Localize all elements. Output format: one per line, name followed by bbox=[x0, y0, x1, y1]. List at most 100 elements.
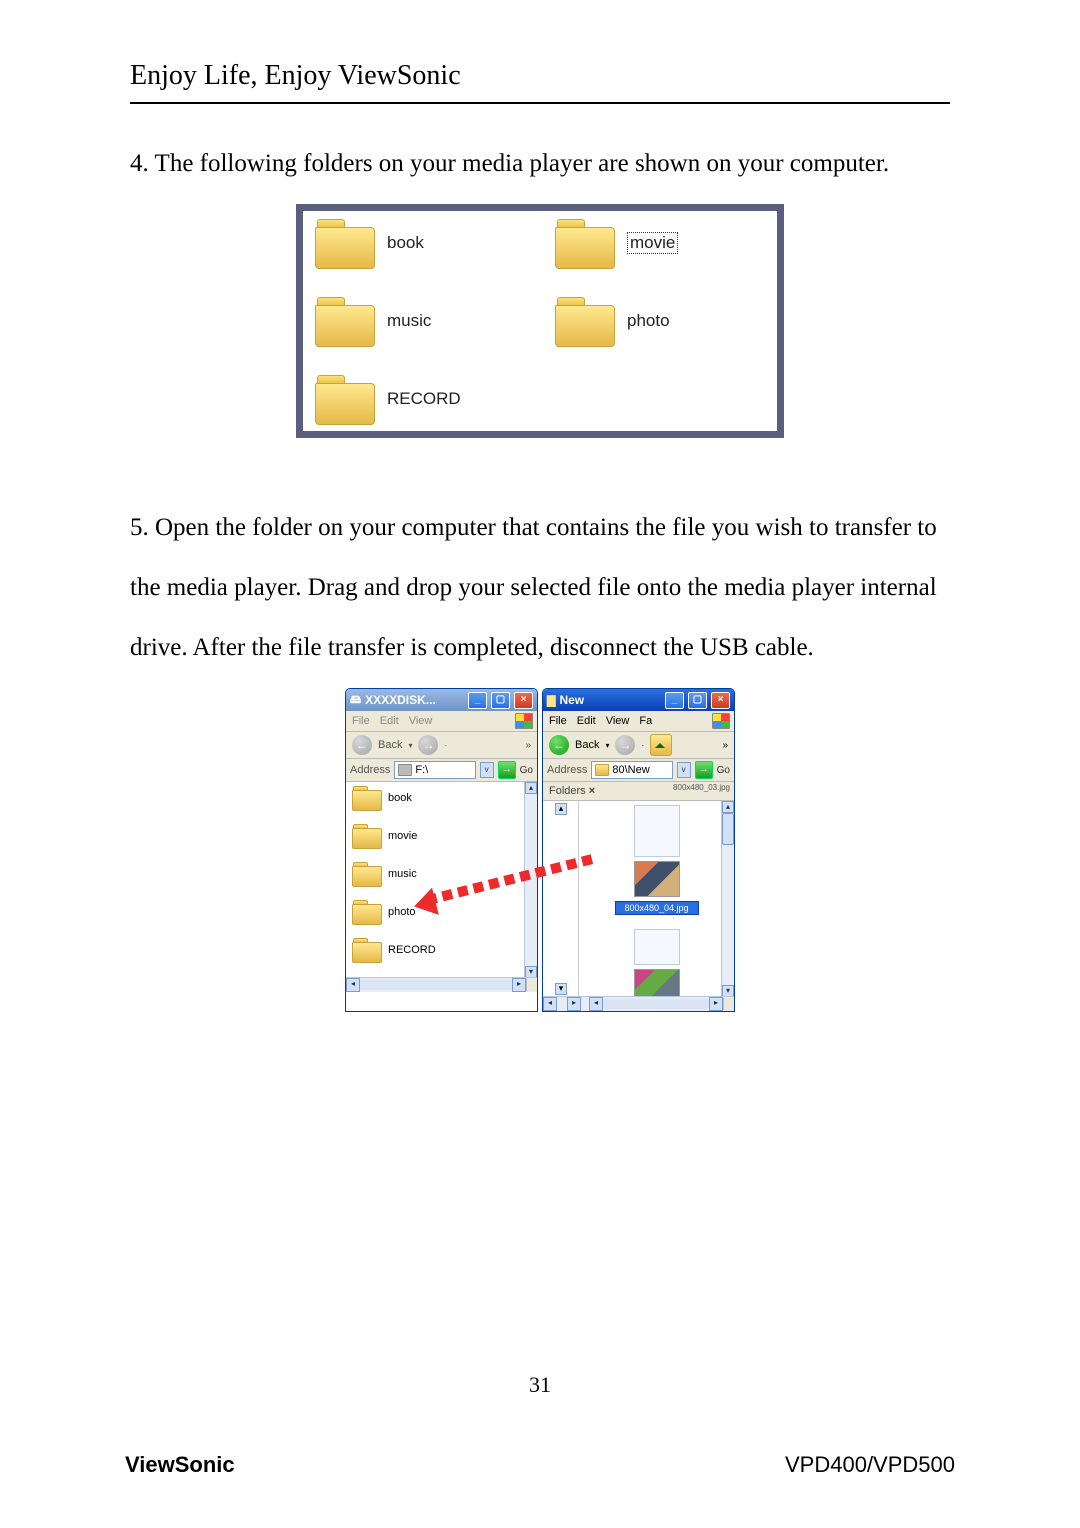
window-title: XXXXDISK... bbox=[365, 693, 436, 707]
page-header-tagline: Enjoy Life, Enjoy ViewSonic bbox=[130, 60, 950, 92]
thumbnail-partial[interactable] bbox=[634, 805, 680, 857]
list-item[interactable]: music bbox=[352, 862, 531, 886]
tree-scroll-down[interactable]: ▾ bbox=[555, 983, 567, 995]
drive-icon bbox=[398, 764, 412, 776]
back-button[interactable]: ← bbox=[549, 735, 569, 755]
menu-favorites[interactable]: Fa bbox=[639, 715, 652, 727]
folder-icon bbox=[315, 297, 375, 345]
folders-panel-header: Folders × 800x480_03.jpg bbox=[543, 782, 734, 801]
list-item[interactable]: movie bbox=[352, 824, 531, 848]
address-value: 80\New bbox=[612, 764, 649, 776]
back-button[interactable]: ← bbox=[352, 735, 372, 755]
close-button[interactable]: × bbox=[514, 692, 533, 709]
back-label: Back bbox=[575, 739, 599, 751]
maximize-button[interactable]: ▢ bbox=[688, 692, 707, 709]
scroll-right-arrow[interactable]: ▸ bbox=[709, 997, 723, 1011]
menu-file[interactable]: File bbox=[549, 715, 567, 727]
tree-scroll-up[interactable]: ▴ bbox=[555, 803, 567, 815]
thumbnail-image[interactable] bbox=[634, 861, 680, 897]
close-panel-icon[interactable]: × bbox=[589, 785, 595, 797]
scroll-left-arrow[interactable]: ◂ bbox=[589, 997, 603, 1011]
minimize-button[interactable]: _ bbox=[665, 692, 684, 709]
address-dropdown[interactable]: v bbox=[480, 762, 494, 778]
close-button[interactable]: × bbox=[711, 692, 730, 709]
scroll-track[interactable] bbox=[360, 980, 512, 990]
folder-icon bbox=[595, 764, 609, 776]
scroll-thumb[interactable] bbox=[722, 813, 734, 845]
address-label: Address bbox=[350, 764, 390, 776]
scroll-left-arrow[interactable]: ◂ bbox=[543, 997, 557, 1011]
folder-item-photo[interactable]: photo bbox=[555, 297, 765, 345]
menu-edit[interactable]: Edit bbox=[577, 715, 596, 727]
menu-bar: File Edit View » bbox=[346, 711, 537, 732]
vertical-scrollbar[interactable]: ▴ ▾ bbox=[721, 801, 734, 997]
titlebar[interactable]: ▇ New _ ▢ × bbox=[543, 689, 734, 711]
folder-label: book bbox=[387, 233, 424, 253]
folder-label: RECORD bbox=[387, 389, 461, 409]
menu-view[interactable]: View bbox=[409, 715, 433, 727]
drive-icon: 🖴 bbox=[350, 691, 361, 710]
folder-label: photo bbox=[388, 906, 416, 918]
address-field[interactable]: 80\New bbox=[591, 761, 672, 779]
minimize-button[interactable]: _ bbox=[468, 692, 487, 709]
list-item[interactable]: photo bbox=[352, 900, 531, 924]
folder-icon bbox=[315, 219, 375, 267]
selected-filename[interactable]: 800x480_04.jpg bbox=[615, 901, 699, 915]
folder-item-music[interactable]: music bbox=[315, 297, 525, 345]
address-field[interactable]: F:\ bbox=[394, 761, 475, 779]
windows-logo-icon bbox=[515, 713, 533, 729]
scroll-left-arrow[interactable]: ◂ bbox=[346, 978, 360, 992]
list-item[interactable]: RECORD bbox=[352, 938, 531, 962]
thumbnail-partial[interactable] bbox=[634, 929, 680, 965]
forward-button[interactable]: → bbox=[418, 735, 438, 755]
horizontal-scrollbar[interactable]: ◂ ▸ ◂ ▸ bbox=[543, 996, 734, 1011]
folder-label: book bbox=[388, 792, 412, 804]
scroll-right-arrow[interactable]: ▸ bbox=[512, 978, 526, 992]
resize-grip[interactable] bbox=[526, 979, 537, 991]
horizontal-scrollbar[interactable]: ◂ ▸ bbox=[346, 977, 537, 992]
folder-item-movie[interactable]: movie bbox=[555, 219, 765, 267]
content-panes: ▴ ▾ 800x480_04.jpg ▴ ▾ ◂ bbox=[543, 801, 734, 1011]
window-title: New bbox=[559, 693, 584, 707]
tree-pane[interactable]: ▴ ▾ bbox=[543, 801, 579, 1011]
forward-button[interactable]: → bbox=[615, 735, 635, 755]
folders-label: Folders bbox=[549, 785, 586, 797]
toolbar-overflow[interactable]: » bbox=[525, 740, 531, 751]
scroll-track[interactable] bbox=[603, 999, 709, 1009]
toolbar: ← Back ▾ → · » bbox=[543, 732, 734, 759]
folder-label: movie bbox=[388, 830, 417, 842]
folder-item-book[interactable]: book bbox=[315, 219, 525, 267]
scroll-up-arrow[interactable]: ▴ bbox=[722, 801, 734, 813]
folder-icon bbox=[555, 297, 615, 345]
address-label: Address bbox=[547, 764, 587, 776]
back-dropdown-icon[interactable]: ▾ bbox=[408, 741, 412, 750]
menu-file[interactable]: File bbox=[352, 715, 370, 727]
menu-edit[interactable]: Edit bbox=[380, 715, 399, 727]
go-button[interactable]: → bbox=[498, 761, 516, 779]
vertical-scrollbar[interactable]: ▴ ▾ bbox=[524, 782, 537, 978]
folder-label: photo bbox=[627, 311, 670, 331]
address-dropdown[interactable]: v bbox=[677, 762, 691, 778]
menu-view[interactable]: View bbox=[606, 715, 630, 727]
scroll-up-arrow[interactable]: ▴ bbox=[525, 782, 537, 794]
explorer-right-window: ▇ New _ ▢ × File Edit View Fa » ← Back ▾… bbox=[542, 688, 735, 1012]
thumbnail-pane[interactable]: 800x480_04.jpg ▴ ▾ bbox=[579, 801, 734, 1011]
up-button[interactable] bbox=[650, 734, 672, 756]
go-label: Go bbox=[717, 765, 730, 776]
step-5-text: 5. Open the folder on your computer that… bbox=[130, 498, 950, 678]
list-item[interactable]: book bbox=[352, 786, 531, 810]
resize-grip[interactable] bbox=[723, 998, 734, 1010]
toolbar-sep: · bbox=[641, 741, 644, 750]
toolbar-sep: · bbox=[444, 741, 447, 750]
address-bar: Address 80\New v → Go bbox=[543, 759, 734, 782]
back-label: Back bbox=[378, 739, 402, 751]
folder-icon bbox=[315, 375, 375, 423]
folder-item-record[interactable]: RECORD bbox=[315, 375, 525, 423]
titlebar[interactable]: 🖴 XXXXDISK... _ ▢ × bbox=[346, 689, 537, 711]
go-button[interactable]: → bbox=[695, 761, 713, 779]
maximize-button[interactable]: ▢ bbox=[491, 692, 510, 709]
toolbar-overflow[interactable]: » bbox=[722, 740, 728, 751]
back-dropdown-icon[interactable]: ▾ bbox=[605, 741, 609, 750]
scroll-right-arrow[interactable]: ▸ bbox=[567, 997, 581, 1011]
page-number: 31 bbox=[0, 1372, 1080, 1398]
